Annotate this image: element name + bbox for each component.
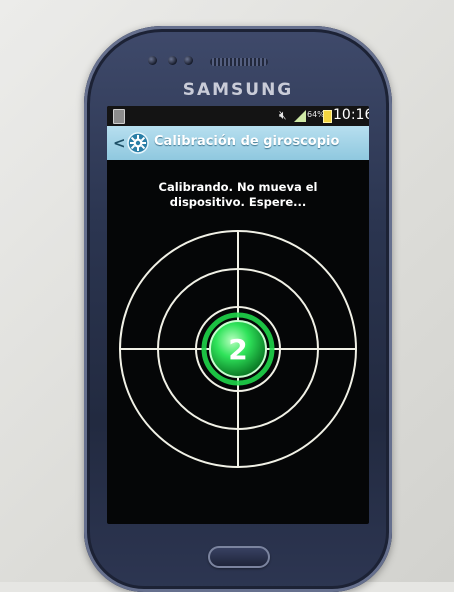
mute-icon: 🔇︎	[279, 108, 287, 122]
clock: 10:16	[333, 107, 369, 123]
gear-icon	[127, 132, 149, 154]
status-bar: 🔇︎ 64% 10:16	[107, 106, 369, 126]
front-camera	[184, 56, 193, 65]
brand-logo: SAMSUNG	[182, 80, 294, 100]
phone-body: SAMSUNG 🔇︎ 64% 10:16 < Calibración de gi…	[84, 26, 392, 592]
front-sensor	[168, 56, 177, 65]
signal-icon	[294, 110, 306, 122]
home-button[interactable]	[208, 546, 270, 568]
page-title: Calibración de giroscopio	[154, 134, 340, 149]
title-bar[interactable]: < Calibración de giroscopio	[107, 126, 369, 160]
notification-icon	[113, 109, 125, 124]
calibration-target: 2	[119, 230, 357, 468]
earpiece-speaker	[210, 58, 268, 66]
battery-icon	[323, 110, 332, 123]
calibration-indicator-number: 2	[228, 333, 247, 366]
front-sensor	[148, 56, 157, 65]
phone-screen: 🔇︎ 64% 10:16 < Calibración de giroscopio…	[107, 106, 369, 524]
calibration-instruction: Calibrando. No mueva el dispositivo. Esp…	[158, 180, 318, 209]
back-arrow-icon[interactable]: <	[113, 134, 126, 152]
